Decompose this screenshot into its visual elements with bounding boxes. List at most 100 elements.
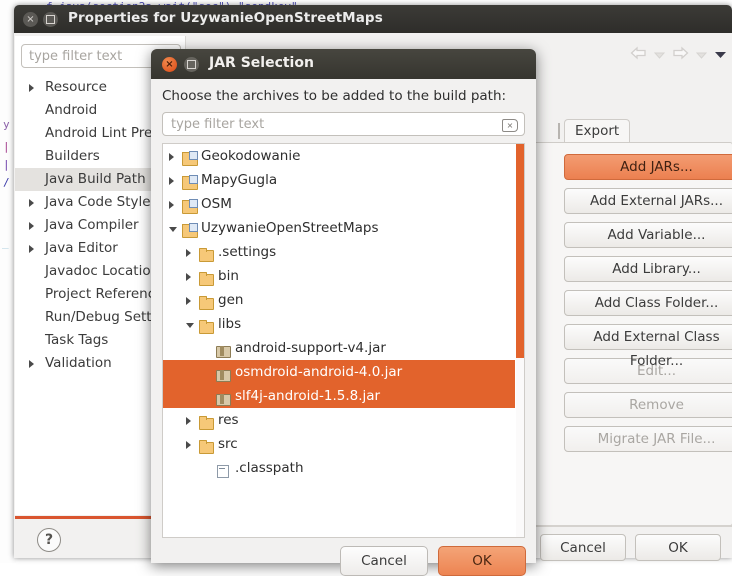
jar-cancel-button[interactable]: Cancel (340, 546, 428, 576)
close-glyph: × (165, 59, 174, 70)
jar-tree-row[interactable]: .classpath (163, 456, 515, 480)
project-folder-icon (182, 173, 198, 190)
jar-tree-row-label: osmdroid-android-4.0.jar (235, 364, 403, 380)
jar-tree-row[interactable]: osmdroid-android-4.0.jar (163, 360, 515, 384)
sidebar-item-label: Java Compiler (45, 217, 139, 233)
jar-tree-row-label: .classpath (235, 460, 304, 476)
chevron-down-icon[interactable] (653, 48, 666, 63)
expand-arrow-closed-icon[interactable] (169, 177, 174, 185)
properties-window-title: Properties for UzywanieOpenStreetMaps (68, 10, 383, 26)
close-icon[interactable]: × (162, 57, 177, 72)
add-library-button[interactable]: Add Library... (564, 256, 732, 282)
jar-tree-row[interactable]: src (163, 432, 515, 456)
bg-glyph: | (3, 158, 10, 171)
jar-tree-row[interactable]: MapyGugla (163, 168, 515, 192)
properties-footer-buttons: Cancel OK (540, 534, 721, 561)
properties-cancel-button[interactable]: Cancel (540, 534, 626, 561)
folder-icon (199, 269, 214, 286)
jar-tree-row-label: res (218, 412, 239, 428)
jar-tree-row[interactable]: bin (163, 264, 515, 288)
folder-icon (199, 413, 214, 430)
jar-tree-row-label: Geokodowanie (201, 148, 301, 164)
properties-ok-button[interactable]: OK (635, 534, 721, 561)
add-external-jars-button[interactable]: Add External JARs... (564, 188, 732, 214)
chevron-down-icon[interactable] (695, 48, 708, 63)
bg-glyph: y (3, 118, 10, 131)
folder-icon (199, 317, 214, 334)
bg-glyph: _ (2, 236, 9, 249)
tab-divider (558, 123, 560, 139)
add-class-folder-button[interactable]: Add Class Folder... (564, 290, 732, 316)
expand-arrow-icon[interactable] (29, 360, 34, 368)
jar-tree-row[interactable]: Geokodowanie (163, 144, 515, 168)
project-folder-icon (182, 221, 198, 238)
sidebar-item-label: Java Code Style (45, 194, 151, 210)
sidebar-item-label: Resource (45, 79, 107, 95)
jar-tree-row-label: android-support-v4.jar (235, 340, 386, 356)
arrow-right-icon[interactable] (672, 46, 689, 64)
migrate-jar-file-button: Migrate JAR File... (564, 426, 732, 452)
remove-button: Remove (564, 392, 732, 418)
jar-icon (216, 341, 231, 358)
arrow-left-icon[interactable] (630, 46, 647, 64)
navigation-bar (630, 46, 727, 64)
jar-tree-row[interactable]: android-support-v4.jar (163, 336, 515, 360)
expand-arrow-closed-icon[interactable] (186, 441, 191, 449)
help-glyph: ? (44, 532, 54, 548)
jar-tree-row[interactable]: OSM (163, 192, 515, 216)
properties-titlebar: × Properties for UzywanieOpenStreetMaps (14, 5, 732, 33)
jar-tree-row-label: slf4j-android-1.5.8.jar (235, 388, 381, 404)
jar-tree-row[interactable]: UzywanieOpenStreetMaps (163, 216, 515, 240)
jar-tree-row-label: src (218, 436, 238, 452)
add-variable-button[interactable]: Add Variable... (564, 222, 732, 248)
expand-arrow-closed-icon[interactable] (186, 249, 191, 257)
chevron-down-dark-icon[interactable] (714, 48, 727, 63)
expand-arrow-closed-icon[interactable] (169, 153, 174, 161)
jar-ok-button[interactable]: OK (438, 546, 526, 576)
jar-tree-row[interactable]: libs (163, 312, 515, 336)
add-jars-button[interactable]: Add JARs... (564, 154, 732, 180)
scrollbar-thumb[interactable] (516, 144, 524, 358)
maximize-icon[interactable] (43, 12, 58, 27)
expand-arrow-open-icon[interactable] (169, 227, 177, 232)
project-folder-icon (182, 149, 198, 166)
jar-tree-row[interactable]: gen (163, 288, 515, 312)
expand-arrow-icon[interactable] (29, 199, 34, 207)
jar-tree-scrollbar[interactable] (516, 144, 524, 537)
jar-dialog-body: Choose the archives to be added to the b… (151, 79, 536, 576)
expand-arrow-closed-icon[interactable] (186, 297, 191, 305)
bg-glyph: / (3, 176, 10, 189)
expand-arrow-closed-icon[interactable] (169, 201, 174, 209)
jar-tree-row[interactable]: res (163, 408, 515, 432)
jar-tree-row[interactable]: .settings (163, 240, 515, 264)
sidebar-item-label: Android Lint Prefe (45, 125, 166, 141)
folder-icon (199, 245, 214, 262)
expand-arrow-icon[interactable] (29, 222, 34, 230)
sidebar-item-label: Validation (45, 355, 112, 371)
sidebar-item-label: Task Tags (45, 332, 109, 348)
expand-arrow-closed-icon[interactable] (186, 417, 191, 425)
add-external-class-folder-button[interactable]: Add External Class Folder... (564, 324, 732, 369)
properties-filter-placeholder: type filter text (29, 49, 123, 64)
close-glyph: × (26, 14, 35, 25)
jar-filter-input[interactable]: type filter text × (162, 112, 525, 136)
edit-button: Edit... (564, 358, 732, 384)
file-icon (216, 461, 231, 478)
expand-arrow-open-icon[interactable] (186, 323, 194, 328)
jar-tree-row[interactable]: slf4j-android-1.5.8.jar (163, 384, 515, 408)
sidebar-item-label: Java Editor (45, 240, 118, 256)
close-icon[interactable]: × (23, 12, 38, 27)
clear-icon[interactable]: × (502, 119, 518, 132)
jar-tree-row-label: .settings (218, 244, 277, 260)
project-folder-icon (182, 197, 198, 214)
expand-arrow-closed-icon[interactable] (186, 273, 191, 281)
jar-dialog-titlebar: × JAR Selection (151, 49, 536, 79)
expand-arrow-icon[interactable] (29, 245, 34, 253)
tab-export[interactable]: Export (564, 119, 631, 143)
jar-tree-row-label: UzywanieOpenStreetMaps (201, 220, 379, 236)
help-icon[interactable]: ? (37, 528, 61, 552)
sidebar-item-label: Java Build Path (45, 171, 146, 187)
expand-arrow-icon[interactable] (29, 84, 34, 92)
clear-glyph: × (506, 121, 514, 130)
maximize-icon[interactable] (184, 57, 199, 72)
